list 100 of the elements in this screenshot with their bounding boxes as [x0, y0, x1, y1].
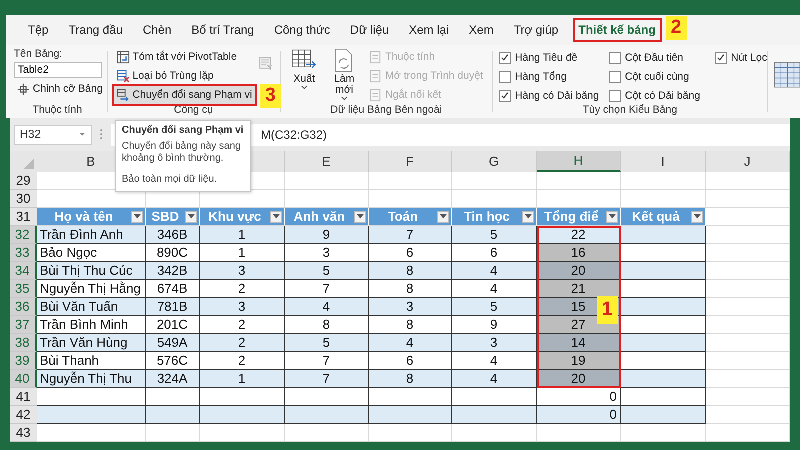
- row-number[interactable]: 43: [10, 424, 37, 442]
- sheet-cell[interactable]: [369, 424, 452, 442]
- option-checkbox[interactable]: Hàng có Dải băng: [499, 88, 610, 104]
- sheet-cell[interactable]: [621, 172, 706, 190]
- sheet-cell[interactable]: [706, 424, 790, 442]
- row-number[interactable]: 33: [10, 244, 37, 262]
- sheet-cell[interactable]: [706, 208, 790, 226]
- ribbon-button[interactable]: Làm mới: [326, 48, 362, 101]
- caret-icon: [524, 214, 532, 219]
- sheet-cell[interactable]: [706, 244, 790, 262]
- resize-table-button[interactable]: Chỉnh cỡ Bảng: [14, 80, 106, 98]
- row-number[interactable]: 42: [10, 406, 37, 424]
- row-number[interactable]: 31: [10, 208, 37, 226]
- caret-icon: [134, 214, 140, 219]
- sheet-cell[interactable]: [621, 424, 706, 442]
- sheet-cell[interactable]: [706, 334, 790, 352]
- filter-button[interactable]: [437, 210, 449, 222]
- ribbon-tab[interactable]: Công thức: [270, 20, 334, 40]
- sheet-cell[interactable]: [285, 172, 369, 190]
- ribbon-button[interactable]: Xuất: [286, 48, 322, 90]
- sheet-cell[interactable]: [706, 262, 790, 280]
- row-number[interactable]: 39: [10, 352, 37, 370]
- sheet-cell[interactable]: [706, 280, 790, 298]
- table-cell: 19: [537, 352, 621, 370]
- row-number[interactable]: 29: [10, 172, 37, 190]
- document-icon: [369, 50, 382, 64]
- column-header[interactable]: F: [369, 151, 452, 172]
- sheet-cell[interactable]: [369, 172, 452, 190]
- sheet-cell[interactable]: [706, 370, 790, 388]
- table-cell: 7: [285, 370, 369, 388]
- sheet-cell[interactable]: [706, 352, 790, 370]
- column-header[interactable]: I: [621, 151, 706, 172]
- table-header-cell-text: Khu vực: [208, 209, 262, 224]
- ribbon-tab[interactable]: Dữ liệu: [346, 20, 394, 40]
- table-cell: 5: [452, 298, 537, 316]
- document-icon: [369, 88, 382, 102]
- filter-button[interactable]: [185, 210, 197, 222]
- caret-icon: [440, 214, 446, 219]
- ribbon-tab[interactable]: Xem lại: [405, 20, 454, 40]
- ribbon-button[interactable]: Chuyển đổi sang Phạm vi: [114, 86, 256, 104]
- ribbon-tab[interactable]: Chèn: [138, 20, 176, 40]
- ribbon-tab[interactable]: Xem: [465, 20, 498, 40]
- sheet-cell[interactable]: [285, 424, 369, 442]
- sheet-cell[interactable]: [146, 424, 200, 442]
- row-number[interactable]: 35: [10, 280, 37, 298]
- sheet-cell[interactable]: [706, 190, 790, 208]
- row-number[interactable]: 40: [10, 370, 37, 388]
- table-cell: 346B: [146, 226, 200, 244]
- ribbon-tab[interactable]: Thiết kế bảng: [574, 20, 660, 40]
- sheet-cell[interactable]: [706, 316, 790, 334]
- ribbon-button[interactable]: Loại bỏ Trùng lặp: [114, 67, 217, 85]
- filter-button[interactable]: [131, 210, 143, 222]
- ribbon-tab[interactable]: Trợ giúp: [510, 20, 563, 40]
- ribbon-tab[interactable]: Trang đầu: [64, 20, 127, 40]
- filter-button[interactable]: [606, 210, 618, 222]
- sheet-cell[interactable]: [37, 424, 146, 442]
- drag-handle-icon[interactable]: [100, 129, 103, 140]
- ribbon-tab[interactable]: Tệp: [24, 20, 53, 40]
- check-icon: [500, 91, 510, 101]
- filter-button[interactable]: [270, 210, 282, 222]
- ribbon-tab[interactable]: Bố trí Trang: [188, 20, 258, 40]
- table-name-field[interactable]: Table2: [14, 62, 102, 78]
- sheet-cell[interactable]: [452, 172, 537, 190]
- filter-button[interactable]: [691, 210, 703, 222]
- tooltip-text: Bảo toàn mọi dữ liệu.: [122, 174, 218, 186]
- row-number[interactable]: 34: [10, 262, 37, 280]
- table-cell: [146, 406, 200, 424]
- column-header[interactable]: E: [285, 151, 369, 172]
- option-checkbox[interactable]: Cột có Dải băng: [609, 88, 716, 104]
- name-box[interactable]: H32: [14, 124, 92, 144]
- ribbon-button[interactable]: Tóm tắt với PivotTable: [114, 48, 240, 66]
- row-number[interactable]: 37: [10, 316, 37, 334]
- select-all-button[interactable]: [24, 159, 34, 169]
- sheet-cell[interactable]: [706, 406, 790, 424]
- sheet-cell[interactable]: [706, 298, 790, 316]
- sheet-cell[interactable]: [537, 424, 621, 442]
- option-checkbox[interactable]: Hàng Tiêu đề: [499, 50, 610, 66]
- column-header[interactable]: J: [706, 151, 790, 172]
- sheet-cell[interactable]: [200, 424, 285, 442]
- sheet-cell[interactable]: [537, 172, 621, 190]
- group-title: Dữ liệu Bảng Bên ngoài: [330, 104, 444, 116]
- sheet-cell[interactable]: [706, 172, 790, 190]
- row-number[interactable]: 36: [10, 298, 37, 316]
- row-number[interactable]: 38: [10, 334, 37, 352]
- row-number[interactable]: 30: [10, 190, 37, 208]
- filter-button[interactable]: [522, 210, 534, 222]
- filter-button[interactable]: [354, 210, 366, 222]
- column-header[interactable]: H: [537, 151, 621, 172]
- option-checkbox[interactable]: Hàng Tổng: [499, 69, 610, 85]
- option-checkbox[interactable]: Cột cuối cùng: [609, 69, 716, 85]
- table-cell: 8: [369, 262, 452, 280]
- table-cell: 21: [537, 280, 621, 298]
- row-number[interactable]: 32: [10, 226, 37, 244]
- sheet-cell[interactable]: [706, 388, 790, 406]
- option-checkbox[interactable]: Cột Đầu tiên: [609, 50, 716, 66]
- table-cell: 5: [285, 262, 369, 280]
- sheet-cell[interactable]: [706, 226, 790, 244]
- row-number[interactable]: 41: [10, 388, 37, 406]
- caret-icon: [340, 96, 348, 101]
- sheet-cell[interactable]: [452, 424, 537, 442]
